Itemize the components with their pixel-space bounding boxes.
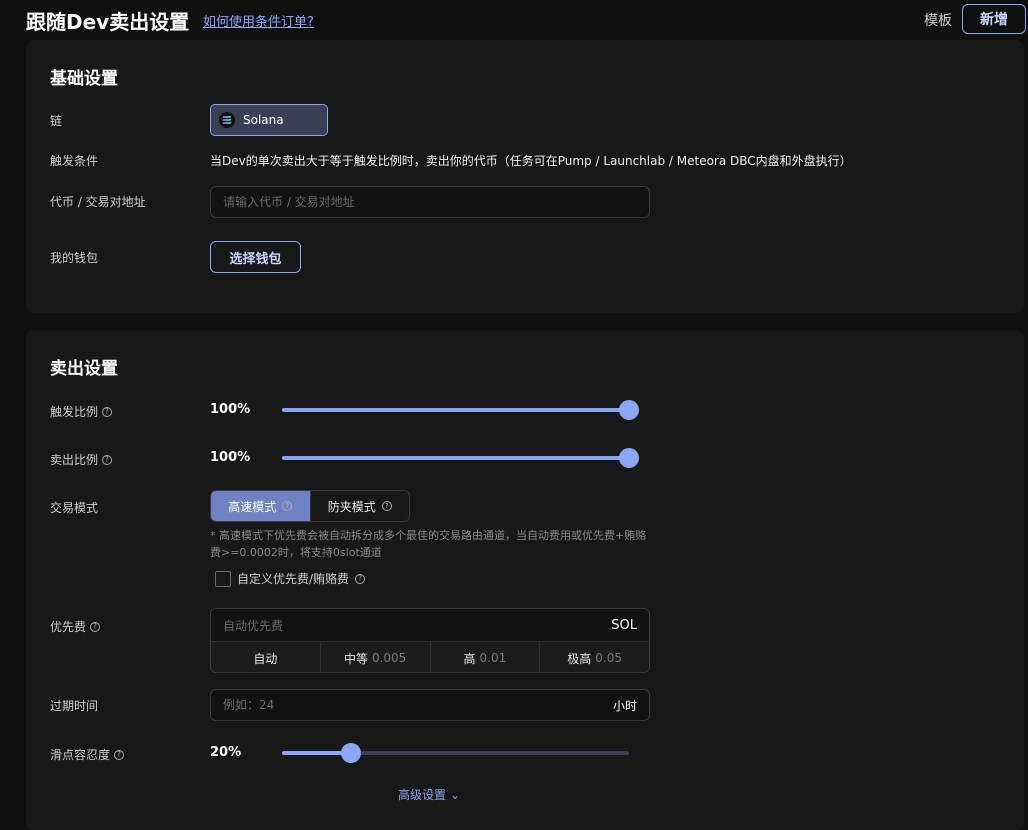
sell-ratio-label-text: 卖出比例 [50,453,99,467]
expire-field: 小时 [210,689,650,721]
fee-option-label: 中等 [343,651,368,666]
help-icon[interactable]: ? [102,406,113,417]
sell-settings-title: 卖出设置 [50,359,118,379]
sell-ratio-value: 100% [210,450,251,465]
advanced-settings-toggle[interactable]: 高级设置 ⌄ [398,786,460,803]
help-icon[interactable]: ? [282,501,293,511]
help-icon[interactable]: ? [102,454,113,465]
trigger-ratio-label-text: 触发比例 [50,405,99,419]
top-bar: 跟随Dev卖出设置 如何使用条件订单? 模板 新增 [0,0,1028,38]
mode-high-speed-label: 高速模式 [228,499,277,514]
sell-ratio-label: 卖出比例 ? [50,451,113,468]
trade-mode-label: 交易模式 [50,501,99,515]
fee-option-auto[interactable]: 自动 [211,642,320,672]
help-icon[interactable]: ? [355,573,366,584]
chain-label: 链 [50,114,63,128]
priority-fee-input[interactable]: 自动优先费 SOL [211,609,649,641]
token-address-label: 代币 / 交易对地址 [50,195,146,209]
sell-settings-card: 卖出设置 触发比例 ? 100% 卖出比例 ? 100% 交易模式 高速模式 ?… [26,330,1024,830]
trade-mode-toggle: 高速模式 ? 防夹模式 ? [210,490,410,522]
expire-input[interactable] [223,698,523,712]
fee-option-very-high[interactable]: 极高 0.05 [539,642,649,672]
fee-option-label: 高 [463,651,476,666]
slider-thumb[interactable] [619,400,639,420]
basic-settings-card: 基础设置 链 Solana 触发条件 当Dev的单次卖出大于等于触发比例时，卖出… [26,40,1024,313]
priority-fee-label-text: 优先费 [50,620,87,634]
priority-fee-unit: SOL [611,617,637,633]
wallet-label: 我的钱包 [50,251,99,265]
help-icon[interactable]: ? [381,501,392,511]
custom-fee-checkbox[interactable] [215,570,231,587]
trigger-ratio-label: 触发比例 ? [50,403,113,420]
mode-anti-mev-label: 防夹模式 [327,499,376,514]
fee-option-value: 0.05 [595,651,622,665]
chain-value: Solana [243,113,284,127]
select-wallet-button[interactable]: 选择钱包 [210,241,301,273]
fee-option-medium[interactable]: 中等 0.005 [319,642,430,672]
slider-thumb[interactable] [341,743,362,763]
slider-thumb[interactable] [619,448,639,468]
fee-option-label: 极高 [567,651,592,666]
slippage-value: 20% [210,745,242,760]
sell-ratio-slider[interactable] [282,448,639,468]
trade-mode-note: * 高速模式下优先费会被自动拆分成多个最佳的交易路由通道，当自动费用或优先费+贿… [210,529,647,559]
slider-fill [282,456,629,460]
custom-fee-label: 自定义优先费/贿赂费 [237,572,350,586]
mode-anti-mev[interactable]: 防夹模式 ? [309,491,410,521]
expire-unit: 小时 [612,698,637,713]
basic-settings-title: 基础设置 [50,69,118,89]
solana-icon [219,112,235,128]
trigger-description: 当Dev的单次卖出大于等于触发比例时，卖出你的代币（任务可在Pump / Lau… [210,154,852,168]
custom-fee-row: 自定义优先费/贿赂费 ? [215,570,366,587]
chain-selector[interactable]: Solana [210,104,328,136]
priority-fee-label: 优先费 ? [50,618,101,635]
fee-options: 自动 中等 0.005 高 0.01 极高 0.05 [211,641,649,672]
page-title: 跟随Dev卖出设置 [26,10,190,34]
priority-fee-placeholder: 自动优先费 [223,618,284,633]
chevron-down-icon: ⌄ [450,787,461,802]
help-icon[interactable]: ? [90,621,101,632]
fee-option-label: 自动 [253,651,278,666]
fee-option-value: 0.005 [371,651,407,665]
help-icon[interactable]: ? [114,749,125,760]
trigger-ratio-value: 100% [210,402,251,417]
slippage-slider[interactable] [282,743,629,763]
fee-option-high[interactable]: 高 0.01 [429,642,540,672]
advanced-settings-label: 高级设置 [398,788,447,802]
help-link[interactable]: 如何使用条件订单? [203,11,314,30]
trigger-ratio-slider[interactable] [282,400,639,420]
template-button[interactable]: 模板 [924,10,952,30]
token-address-input[interactable] [210,186,650,218]
fee-option-value: 0.01 [479,651,507,665]
trigger-label: 触发条件 [50,154,99,168]
priority-fee-box: 自动优先费 SOL 自动 中等 0.005 高 0.01 极高 0.05 [210,608,650,673]
slider-fill [282,408,629,412]
slippage-label-text: 滑点容忍度 [50,748,111,762]
mode-high-speed[interactable]: 高速模式 ? [211,491,310,521]
slippage-label: 滑点容忍度 ? [50,746,125,763]
add-button[interactable]: 新增 [962,4,1026,34]
expire-label: 过期时间 [50,699,99,713]
